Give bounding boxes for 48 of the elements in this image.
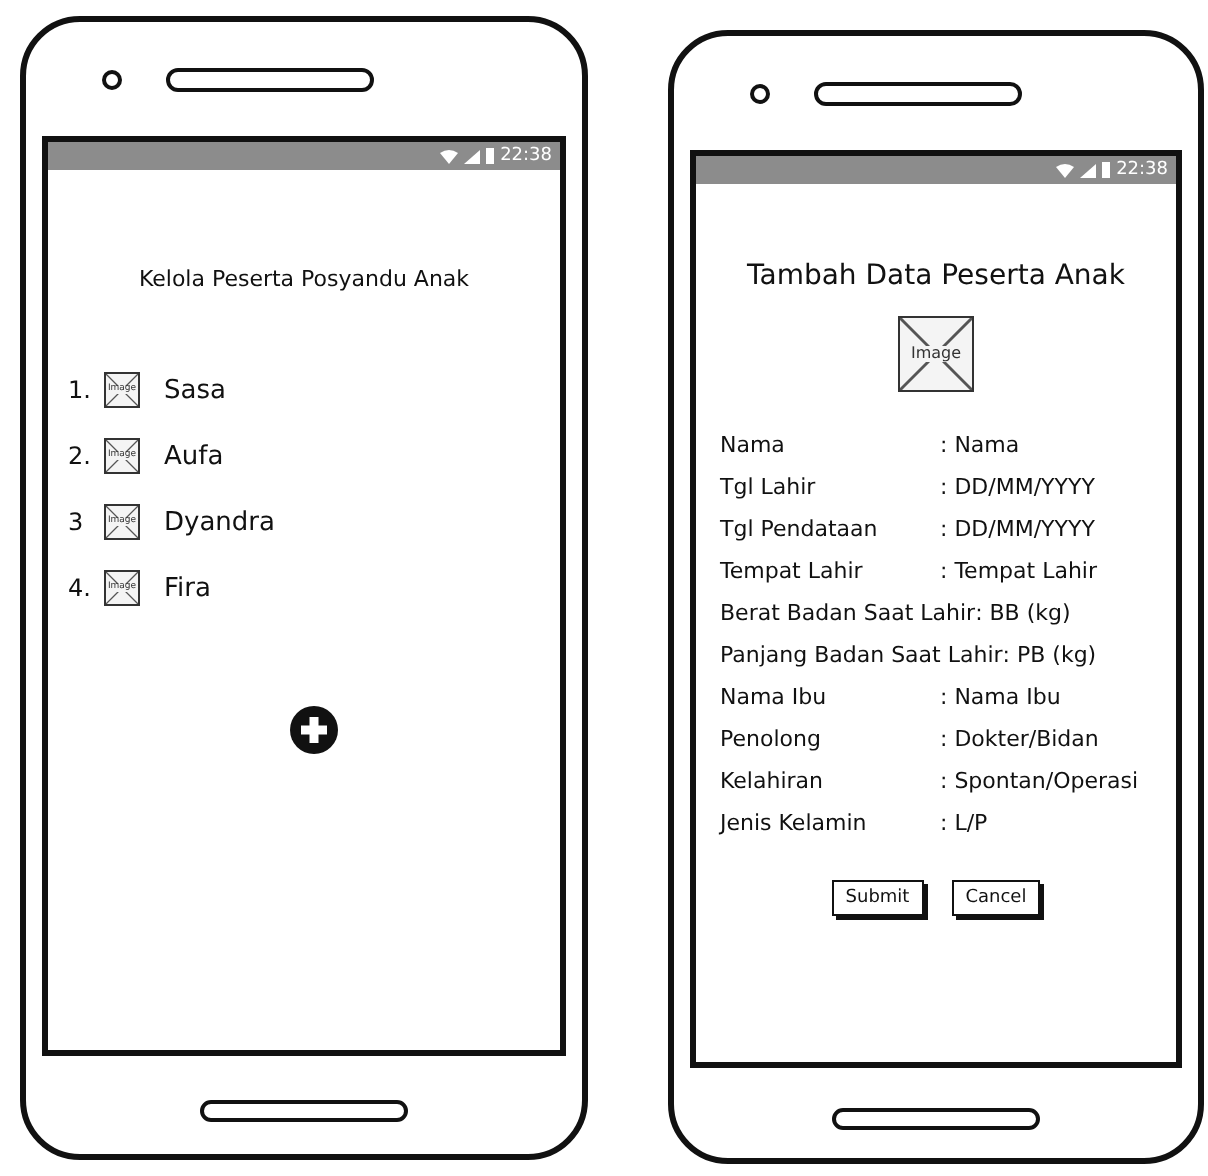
add-button[interactable] bbox=[290, 706, 338, 754]
wifi-icon bbox=[1056, 163, 1075, 177]
field-label: Penolong bbox=[720, 726, 823, 752]
field-value: : Dokter/Bidan bbox=[940, 726, 1099, 752]
field-label: Kelahiran bbox=[720, 768, 825, 794]
field-value: : DD/MM/YYYY bbox=[940, 474, 1095, 500]
battery-icon bbox=[486, 148, 495, 164]
item-number: 2. bbox=[68, 442, 92, 470]
home-button[interactable] bbox=[832, 1108, 1040, 1130]
item-number: 3 bbox=[68, 508, 86, 536]
field-value: : BB (kg) bbox=[975, 600, 1071, 626]
field-label: Panjang Badan Saat Lahir bbox=[720, 642, 1003, 668]
signal-icon bbox=[1080, 163, 1097, 177]
child-name: Aufa bbox=[164, 441, 224, 471]
item-number: 4. bbox=[68, 574, 92, 602]
field-label: Nama bbox=[720, 432, 787, 458]
speaker-icon bbox=[166, 67, 374, 91]
signal-icon bbox=[464, 149, 481, 163]
screen-title: Kelola Peserta Posyandu Anak bbox=[136, 266, 472, 292]
field-value: : Nama Ibu bbox=[940, 684, 1061, 710]
speaker-icon bbox=[814, 81, 1022, 105]
field-label: Tgl Lahir bbox=[720, 474, 818, 500]
screen-title: Tambah Data Peserta Anak bbox=[745, 260, 1127, 292]
wifi-icon bbox=[440, 149, 459, 163]
cancel-button[interactable]: Cancel bbox=[951, 880, 1041, 916]
submit-button[interactable]: Submit bbox=[831, 880, 924, 916]
field-value: : PB (kg) bbox=[1002, 642, 1097, 668]
field-label: Tgl Pendataan bbox=[720, 516, 880, 542]
field-value: : DD/MM/YYYY bbox=[940, 516, 1095, 542]
item-number: 1. bbox=[68, 376, 92, 404]
child-name: Fira bbox=[164, 573, 211, 603]
field-label: Tempat Lahir bbox=[720, 558, 865, 584]
home-button[interactable] bbox=[200, 1100, 408, 1122]
child-name: Dyandra bbox=[164, 507, 275, 537]
image-label: Image bbox=[910, 346, 962, 362]
field-label: Jenis Kelamin bbox=[720, 810, 869, 836]
status-time: 22:38 bbox=[500, 146, 552, 166]
status-time: 22:38 bbox=[1116, 160, 1168, 180]
field-value: : L/P bbox=[940, 810, 988, 836]
field-value: : Nama bbox=[940, 432, 1020, 458]
field-value: : Tempat Lahir bbox=[940, 558, 1097, 584]
field-label: Berat Badan Saat Lahir bbox=[720, 600, 976, 626]
child-name: Sasa bbox=[164, 375, 226, 405]
camera-icon bbox=[750, 83, 770, 103]
battery-icon bbox=[1102, 162, 1111, 178]
field-value: : Spontan/Operasi bbox=[940, 768, 1139, 794]
camera-icon bbox=[102, 69, 122, 89]
field-label: Nama Ibu bbox=[720, 684, 829, 710]
